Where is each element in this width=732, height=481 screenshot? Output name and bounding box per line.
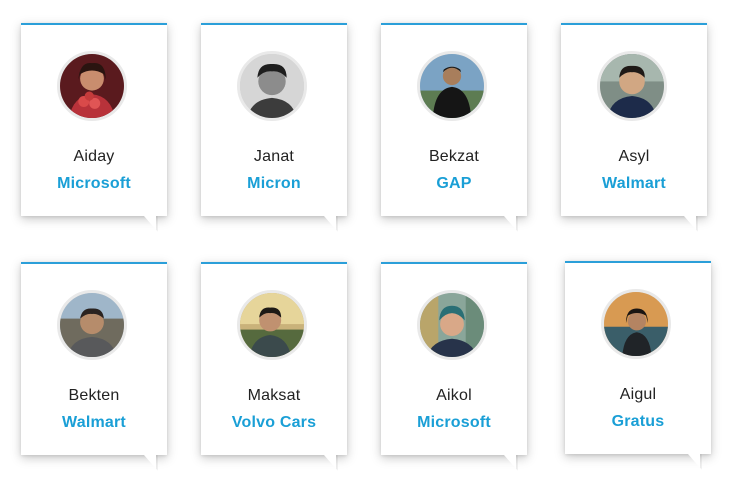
person-name: Janat [253,148,295,165]
avatar [57,51,127,121]
profile-card[interactable]: Bekzat GAP [381,23,527,232]
card-tail [324,216,336,230]
card-tail [324,455,336,469]
company-link[interactable]: Micron [201,175,347,193]
card-tail [504,455,516,469]
profile-card[interactable]: Aigul Gratus [565,261,711,470]
card-tail [504,216,516,230]
card-tail [144,216,156,230]
profile-card[interactable]: Janat Micron [201,23,347,232]
person-name: Aigul [619,386,657,403]
profile-card[interactable]: Maksat Volvo Cars [201,262,347,471]
company-link[interactable]: Volvo Cars [201,414,347,432]
person-name: Maksat [247,387,301,404]
person-name: Bekzat [428,148,480,165]
company-link[interactable]: GAP [381,175,527,193]
card-tail [688,454,700,468]
avatar [237,51,307,121]
avatar [57,290,127,360]
card-tail [684,216,696,230]
avatar [417,51,487,121]
person-name: Asyl [618,148,650,165]
company-link[interactable]: Walmart [561,175,707,193]
person-name: Aikol [436,387,472,404]
person-name: Bekten [68,387,120,404]
company-link[interactable]: Gratus [565,413,711,431]
profile-card[interactable]: Asyl Walmart [561,23,707,232]
company-link[interactable]: Walmart [21,414,167,432]
avatar [237,290,307,360]
profile-card[interactable]: Aikol Microsoft [381,262,527,471]
company-link[interactable]: Microsoft [21,175,167,193]
company-link[interactable]: Microsoft [381,414,527,432]
avatar [597,51,667,121]
avatar [417,290,487,360]
profile-card[interactable]: Aiday Microsoft [21,23,167,232]
avatar [601,289,671,359]
card-tail [144,455,156,469]
person-name: Aiday [73,148,115,165]
profile-card[interactable]: Bekten Walmart [21,262,167,471]
